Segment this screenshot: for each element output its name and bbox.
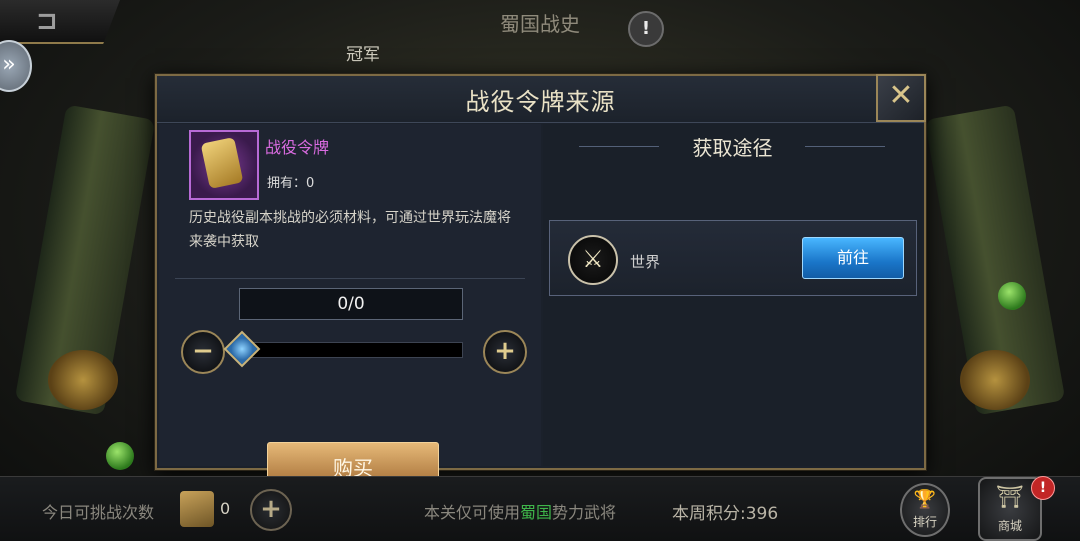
back-arrow-icon: ⊐: [36, 6, 58, 36]
battle-token-icon: [189, 130, 259, 200]
faction-notice: 本关仅可使用蜀国势力武将: [424, 499, 616, 523]
add-challenge-button[interactable]: +: [250, 489, 292, 531]
side-expand-button[interactable]: »: [0, 40, 32, 92]
dialog-header: 战役令牌来源 ✕: [157, 74, 926, 123]
route-item: ⚔ 世界 前往: [549, 220, 917, 296]
daily-challenge-count: 0: [220, 499, 231, 518]
token-source-dialog: 战役令牌来源 ✕ 战役令牌 拥有：0 历史战役副本挑战的必须材料，可通过世界玩法…: [155, 74, 926, 494]
notice-suffix: 势力武将: [552, 503, 617, 522]
item-name: 战役令牌: [265, 138, 330, 157]
exclamation-icon[interactable]: !: [628, 11, 664, 47]
crossed-swords-icon: ⚔: [568, 235, 618, 285]
gem-ornament-left: [106, 442, 134, 470]
divider: [175, 278, 525, 279]
back-button[interactable]: ⊐: [0, 0, 120, 44]
scroll-knob-right: [960, 350, 1030, 410]
gem-ornament-right: [998, 282, 1026, 310]
scroll-knob-left: [48, 350, 118, 410]
quantity-display: 0/0: [239, 288, 463, 320]
goto-button[interactable]: 前往: [802, 237, 904, 279]
source-panel: 获取途径 ⚔ 世界 前往: [543, 124, 922, 466]
notice-prefix: 本关仅可使用: [424, 503, 521, 522]
decrease-button[interactable]: −: [181, 330, 225, 374]
owned-count: 拥有：0: [267, 176, 315, 191]
rank-button[interactable]: 🏆 排行: [900, 483, 950, 537]
quantity-slider[interactable]: [239, 342, 463, 358]
shop-label: 商城: [997, 519, 1022, 533]
daily-challenge-label: 今日可挑战次数: [42, 503, 155, 522]
increase-button[interactable]: +: [483, 330, 527, 374]
page-title: 蜀国战史: [500, 12, 580, 36]
route-name: 世界: [630, 253, 661, 271]
rank-label: 排行: [912, 515, 937, 529]
top-bar: ⊐ 蜀国战史 ! 冠军: [0, 0, 1080, 65]
close-button[interactable]: ✕: [876, 74, 926, 122]
item-description: 历史战役副本挑战的必须材料，可通过世界玩法魔将来袭中获取: [189, 210, 511, 250]
challenge-token-icon: [180, 491, 214, 527]
slider-handle[interactable]: [223, 330, 261, 368]
dialog-title: 战役令牌来源: [465, 88, 616, 116]
bottom-bar: 今日可挑战次数 0 + 本关仅可使用蜀国势力武将 本周积分:396 🏆 排行 ⛩…: [0, 476, 1080, 541]
item-panel: 战役令牌 拥有：0 历史战役副本挑战的必须材料，可通过世界玩法魔将来袭中获取 0…: [159, 124, 541, 494]
trophy-icon: 🏆: [913, 489, 937, 510]
weekly-score: 本周积分:396: [672, 504, 779, 524]
title-ornament-right: [805, 146, 885, 147]
rank-label: 冠军: [346, 45, 380, 65]
shop-alert-badge: !: [1031, 476, 1055, 500]
notice-faction: 蜀国: [520, 503, 553, 522]
